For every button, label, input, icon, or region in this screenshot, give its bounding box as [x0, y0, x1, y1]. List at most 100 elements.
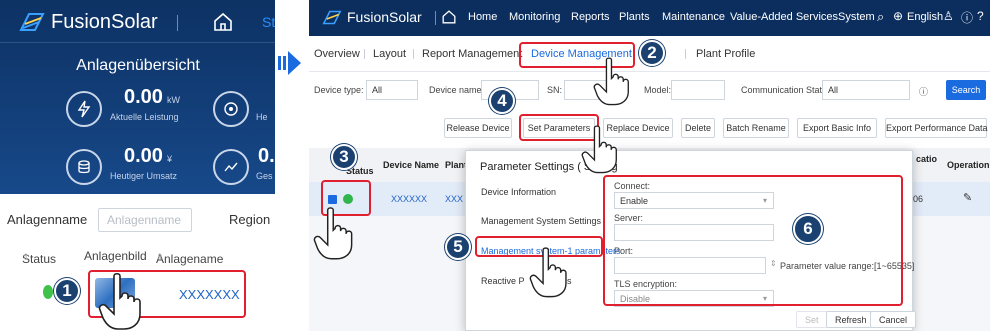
model-input[interactable]	[671, 80, 725, 100]
plant-name-input[interactable]: Anlagenname	[98, 208, 192, 232]
help-icon[interactable]: ?	[977, 9, 984, 23]
step-badge-1: 1	[54, 278, 80, 304]
language-selector[interactable]: English	[907, 11, 943, 23]
release-device-button[interactable]: Release Device	[444, 118, 512, 138]
step-badge-3: 3	[331, 144, 357, 170]
target-icon	[213, 91, 249, 127]
mobile-overview-header: FusionSolar St Anlagenübersicht 0.00 kW A…	[0, 0, 275, 194]
tab-plant-profile[interactable]: Plant Profile	[696, 48, 755, 60]
menu-monitoring[interactable]: Monitoring	[509, 11, 560, 23]
step-badge-4: 4	[489, 88, 515, 114]
region-label[interactable]: Region	[229, 212, 270, 227]
action-toolbar: Release Device Set Parameters Replace De…	[309, 108, 990, 148]
sort-icon[interactable]: ⇕	[22, 252, 30, 263]
search-button[interactable]: Search	[946, 80, 986, 100]
tab-divider	[364, 49, 365, 59]
home-icon[interactable]	[212, 11, 234, 33]
col-location: catio	[916, 154, 938, 164]
globe-icon[interactable]: ⊕	[893, 9, 903, 23]
nav-management-system-settings[interactable]: Management System Settings	[481, 216, 601, 226]
pointing-hand-icon	[529, 247, 567, 298]
col-operation: Operation	[947, 160, 990, 170]
search-icon[interactable]: ⌕	[877, 9, 884, 25]
page-title: Anlagenübersicht	[76, 57, 200, 74]
refresh-button[interactable]: Refresh	[826, 311, 876, 328]
header-divider	[0, 42, 275, 43]
highlight-box-6	[603, 175, 903, 306]
export-performance-button[interactable]: Export Performance Data	[885, 118, 988, 138]
today-revenue-value: 0.00 ¥	[124, 145, 172, 167]
sort-icon[interactable]: ⇕	[156, 252, 164, 263]
flow-arrow-icon	[278, 51, 301, 75]
fusionsolar-logo-icon	[19, 13, 45, 31]
home-icon[interactable]	[441, 9, 457, 25]
plant-filter: Anlagenname Anlagenname Region	[0, 206, 275, 234]
today-revenue-label: Heutiger Umsatz	[110, 171, 178, 181]
dialog-footer: Set Refresh Cancel	[466, 309, 917, 331]
current-power-value: 0.00 kW	[124, 86, 180, 108]
tab-divider	[685, 49, 686, 59]
pointing-hand-icon	[593, 57, 629, 106]
menu-reports[interactable]: Reports	[571, 11, 610, 23]
model-label: Model:	[644, 85, 672, 95]
clipped-kpi-label-2: Ges	[256, 171, 273, 181]
column-plant-image: Anlagenbild	[84, 249, 147, 263]
menu-home[interactable]: Home	[468, 11, 497, 23]
mobile-brand-name: FusionSolar	[51, 10, 158, 33]
mobile-brand: FusionSolar	[19, 8, 158, 36]
fusionsolar-logo-icon	[322, 10, 342, 24]
device-name-label: Device name:	[429, 85, 485, 95]
chart-icon	[213, 149, 249, 185]
plant-link[interactable]: XXX	[445, 194, 463, 204]
mobile-app-panel: FusionSolar St Anlagenübersicht 0.00 kW A…	[0, 0, 275, 331]
lightning-icon	[66, 91, 102, 127]
user-icon[interactable]: ♙	[943, 9, 954, 23]
web-portal-panel: FusionSolar Home Monitoring Reports Plan…	[309, 0, 990, 331]
tutorial-composite: FusionSolar St Anlagenübersicht 0.00 kW A…	[0, 0, 990, 331]
delete-button[interactable]: Delete	[681, 118, 715, 138]
menu-system[interactable]: System	[838, 11, 875, 23]
step-badge-5: 5	[445, 234, 471, 260]
device-type-label: Device type:	[314, 85, 364, 95]
device-type-select[interactable]: All	[366, 80, 418, 100]
menu-value-added-services[interactable]: Value-Added Services	[730, 11, 838, 23]
comm-status-label: Communication Status:	[741, 85, 835, 95]
status-online-icon	[43, 285, 53, 299]
clipped-kpi-value: 0.	[258, 145, 275, 167]
pointing-hand-icon	[98, 272, 141, 330]
batch-rename-button[interactable]: Batch Rename	[723, 118, 789, 138]
top-nav: FusionSolar Home Monitoring Reports Plan…	[309, 0, 990, 36]
set-button[interactable]: Set	[796, 311, 828, 328]
edit-icon[interactable]: ✎	[963, 191, 972, 204]
tab-layout[interactable]: Layout	[373, 48, 406, 60]
nav-divider	[435, 11, 436, 25]
tab-divider	[413, 49, 414, 59]
brand-divider	[177, 15, 178, 31]
tab-partial[interactable]: St	[262, 14, 275, 30]
step-badge-6: 6	[793, 214, 823, 244]
export-basic-info-button[interactable]: Export Basic Info	[797, 118, 877, 138]
tab-overview[interactable]: Overview	[314, 48, 360, 60]
device-filter-bar: Device type: All Device name: SN: Model:…	[309, 72, 990, 108]
step-badge-2: 2	[639, 40, 665, 66]
clipped-kpi-label: He	[256, 112, 268, 122]
col-device-name[interactable]: Device Name	[383, 160, 439, 170]
nav-reactive-power[interactable]: Reactive P	[481, 276, 525, 286]
plant-table-header: Status ⇕ Anlagenbild Anlagename ⇕	[22, 249, 224, 266]
comm-status-select[interactable]: All	[822, 80, 910, 100]
help-icon[interactable]: ⓘ	[919, 85, 928, 98]
web-brand: FusionSolar	[322, 9, 422, 25]
web-brand-name: FusionSolar	[347, 9, 422, 25]
pointing-hand-icon	[313, 207, 353, 260]
tab-report-management[interactable]: Report Management	[422, 48, 522, 60]
cancel-button[interactable]: Cancel	[870, 311, 917, 328]
plant-name-label: Anlagenname	[7, 212, 88, 227]
info-icon[interactable]: ⓘ	[961, 9, 973, 26]
device-name-link[interactable]: XXXXXX	[391, 194, 427, 204]
menu-maintenance[interactable]: Maintenance	[662, 11, 725, 23]
pointing-hand-icon	[581, 125, 617, 174]
coins-icon	[66, 149, 102, 185]
menu-plants[interactable]: Plants	[619, 11, 650, 23]
nav-device-information[interactable]: Device Information	[481, 187, 556, 197]
current-power-label: Aktuelle Leistung	[110, 112, 179, 122]
